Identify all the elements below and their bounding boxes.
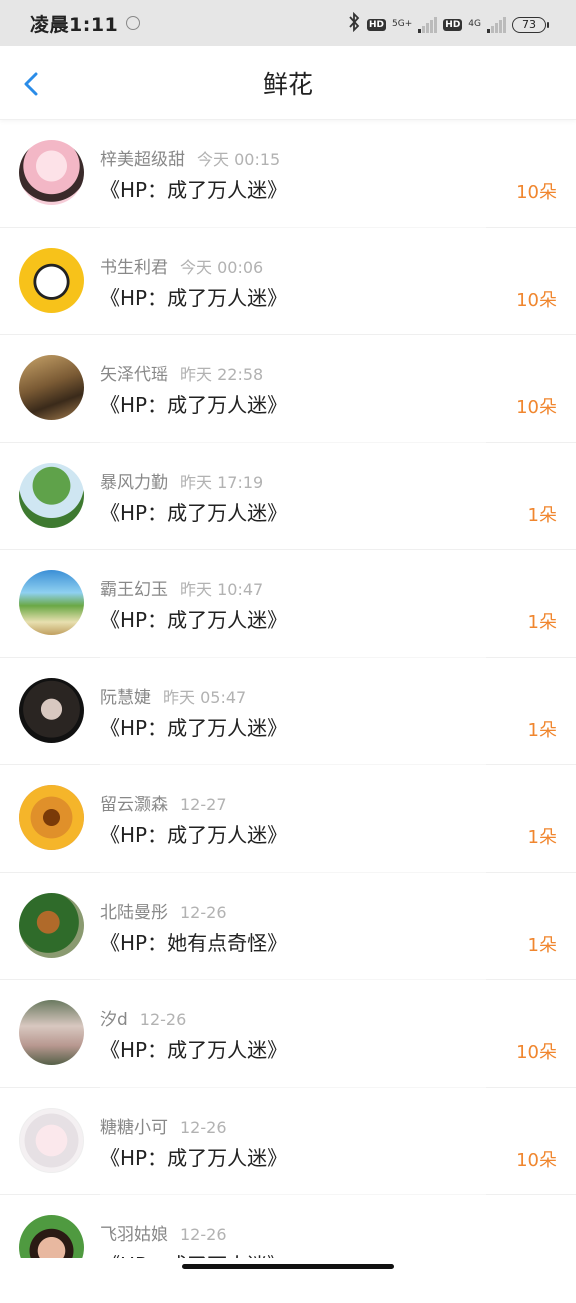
avatar[interactable] <box>19 570 84 635</box>
flower-count: 1朵 <box>527 827 557 848</box>
nav-bar: 鲜花 <box>0 46 576 120</box>
user-name[interactable]: 矢泽代瑶 <box>100 365 168 385</box>
user-name[interactable]: 飞羽姑娘 <box>100 1225 168 1245</box>
bottom-fade <box>0 1258 576 1280</box>
book-title[interactable]: 《HP：成了万人迷》 <box>100 389 287 418</box>
timestamp: 12-26 <box>180 1117 227 1137</box>
avatar[interactable] <box>19 785 84 850</box>
avatar[interactable] <box>19 462 84 528</box>
avatar[interactable] <box>19 140 84 205</box>
network-5g-label: 5G+ <box>392 19 413 29</box>
list-item[interactable]: 留云灏森 12-27 《HP：成了万人迷》 1朵 <box>0 765 576 873</box>
user-name[interactable]: 北陆曼彤 <box>100 903 168 923</box>
book-title[interactable]: 《HP：她有点奇怪》 <box>100 927 287 956</box>
signal-icon <box>418 16 438 33</box>
flower-count: 1朵 <box>527 612 557 633</box>
home-indicator[interactable] <box>182 1264 394 1269</box>
flower-count: 1朵 <box>527 504 557 526</box>
avatar[interactable] <box>19 1107 84 1173</box>
hd-icon: HD <box>367 18 387 31</box>
flower-count: 1朵 <box>527 934 557 956</box>
smile-icon <box>126 16 141 30</box>
back-arrow-icon[interactable] <box>20 72 44 96</box>
flower-count: 10朵 <box>516 1149 557 1171</box>
list-item[interactable]: 书生利君 今天 00:06 《HP：成了万人迷》 10朵 <box>0 228 576 335</box>
flower-list: 梓美超级甜 今天 00:15 《HP：成了万人迷》 10朵 书生利君 今天 00:0… <box>0 120 576 1303</box>
book-title[interactable]: 《HP：成了万人迷》 <box>100 604 287 633</box>
book-title[interactable]: 《HP：成了万人迷》 <box>100 712 287 741</box>
user-name[interactable]: 书生利君 <box>100 258 168 278</box>
timestamp: 12-26 <box>139 1010 187 1029</box>
hd-icon-2: HD <box>443 18 463 31</box>
avatar[interactable] <box>19 892 84 958</box>
timestamp: 今天 00:06 <box>180 257 264 277</box>
status-time: 凌晨1:11 <box>30 13 119 36</box>
timestamp: 昨天 17:19 <box>180 472 264 492</box>
timestamp: 今天 00:15 <box>197 150 281 169</box>
user-name[interactable]: 糖糖小可 <box>100 1118 168 1138</box>
list-item[interactable]: 北陆曼彤 12-26 《HP：她有点奇怪》 1朵 <box>0 873 576 980</box>
avatar[interactable] <box>19 1000 84 1065</box>
list-item[interactable]: 汐d 12-26 《HP：成了万人迷》 10朵 <box>0 980 576 1088</box>
network-4g-label: 4G <box>468 19 481 29</box>
flower-count: 1朵 <box>527 719 557 741</box>
user-name[interactable]: 汐d <box>100 1010 128 1030</box>
flower-count: 10朵 <box>516 289 557 311</box>
user-name[interactable]: 阮慧婕 <box>100 688 151 708</box>
timestamp: 12-27 <box>180 795 227 814</box>
list-item[interactable]: 飞羽姑娘12-26 《HP：成了万人迷》 <box>0 1195 576 1303</box>
list-item[interactable]: 阮慧婕 昨天 05:47 《HP：成了万人迷》 1朵 <box>0 658 576 765</box>
battery-icon: 73 <box>512 16 549 33</box>
list-item[interactable]: 暴风力勤 昨天 17:19 《HP：成了万人迷》 1朵 <box>0 443 576 550</box>
signal-icon-2 <box>487 16 506 33</box>
book-title[interactable]: 《HP：成了万人迷》 <box>100 174 287 203</box>
avatar[interactable] <box>19 677 84 743</box>
timestamp: 12-26 <box>180 1225 227 1244</box>
user-name[interactable]: 梓美超级甜 <box>100 150 185 170</box>
flower-count: 10朵 <box>516 397 557 418</box>
book-title[interactable]: 《HP：成了万人迷》 <box>100 819 287 848</box>
status-icons: HD 5G+ HD 4G 73 <box>347 11 549 37</box>
flower-count: 10朵 <box>516 182 557 203</box>
book-title[interactable]: 《HP：成了万人迷》 <box>100 282 287 311</box>
status-bar: 凌晨1:11 HD 5G+ HD 4G 73 <box>0 0 576 46</box>
bluetooth-icon <box>347 11 361 37</box>
book-title[interactable]: 《HP：成了万人迷》 <box>100 1034 287 1063</box>
list-item[interactable]: 梓美超级甜 今天 00:15 《HP：成了万人迷》 10朵 <box>0 120 576 228</box>
user-name[interactable]: 暴风力勤 <box>100 473 168 493</box>
book-title[interactable]: 《HP：成了万人迷》 <box>100 1142 287 1171</box>
list-item[interactable]: 糖糖小可 12-26 《HP：成了万人迷》 10朵 <box>0 1088 576 1195</box>
user-name[interactable]: 霸王幻玉 <box>100 580 168 600</box>
user-name[interactable]: 留云灏森 <box>100 795 168 815</box>
timestamp: 昨天 10:47 <box>180 580 264 599</box>
timestamp: 12-26 <box>180 902 227 922</box>
list-item[interactable]: 矢泽代瑶 昨天 22:58 《HP：成了万人迷》 10朵 <box>0 335 576 443</box>
timestamp: 昨天 22:58 <box>180 365 264 384</box>
avatar[interactable] <box>19 355 84 420</box>
list-item[interactable]: 霸王幻玉 昨天 10:47 《HP：成了万人迷》 1朵 <box>0 550 576 658</box>
timestamp: 昨天 05:47 <box>163 687 247 707</box>
avatar[interactable] <box>19 247 84 313</box>
flower-count: 10朵 <box>516 1042 557 1063</box>
page-title: 鲜花 <box>262 69 313 99</box>
book-title[interactable]: 《HP：成了万人迷》 <box>100 497 287 526</box>
